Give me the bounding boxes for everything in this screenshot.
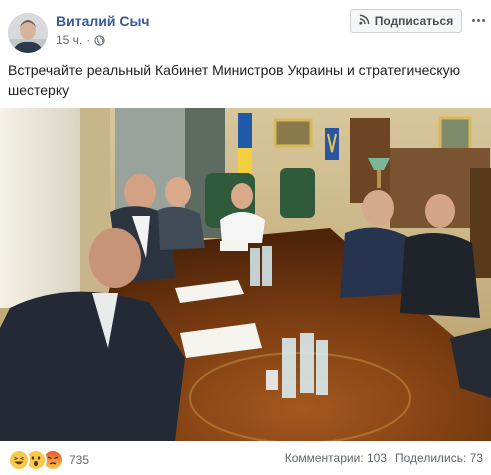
globe-icon xyxy=(94,34,105,46)
rss-icon xyxy=(359,14,370,28)
more-icon[interactable] xyxy=(470,12,486,28)
post-meta: 15 ч. · xyxy=(56,33,105,47)
engagement-counts: Комментарии: 103 Поделились: 73 xyxy=(285,451,483,465)
post-text: Встречайте реальный Кабинет Министров Ук… xyxy=(8,62,461,98)
post-time[interactable]: 15 ч. xyxy=(56,33,82,47)
subscribe-label: Подписаться xyxy=(374,14,454,28)
facebook-post: Виталий Сыч 15 ч. · Подписаться Встречай… xyxy=(0,0,491,475)
meta-separator: · xyxy=(86,33,91,47)
author-avatar[interactable] xyxy=(8,13,48,53)
post-photo[interactable] xyxy=(0,108,491,441)
comments-link[interactable]: Комментарии: 103 xyxy=(285,451,387,465)
author-name[interactable]: Виталий Сыч xyxy=(56,13,150,29)
haha-icon xyxy=(8,449,30,471)
reaction-count: 735 xyxy=(69,453,90,467)
reactions-summary[interactable]: 735 xyxy=(8,449,89,471)
subscribe-button[interactable]: Подписаться xyxy=(350,9,462,33)
shares-link[interactable]: Поделились: 73 xyxy=(395,451,483,465)
